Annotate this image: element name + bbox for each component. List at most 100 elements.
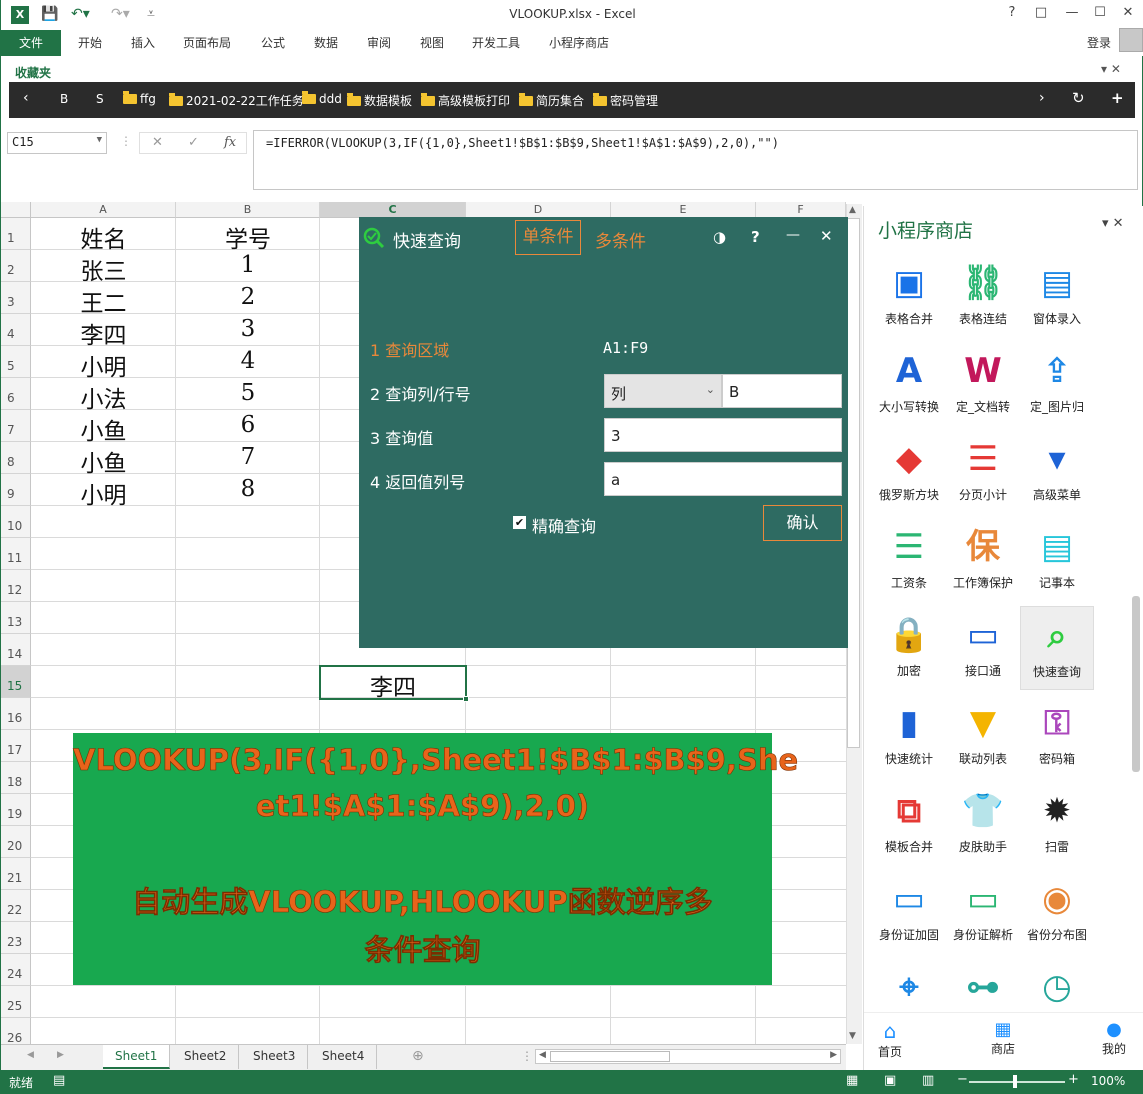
row-header[interactable]: 1 bbox=[1, 218, 31, 250]
col-header-d[interactable]: D bbox=[466, 202, 611, 218]
cell-a2[interactable]: 张三 bbox=[31, 252, 176, 286]
scroll-left-icon[interactable]: ◀ bbox=[539, 1050, 546, 1060]
tab-formulas[interactable]: 公式 bbox=[261, 34, 285, 51]
fav-folder-tasks[interactable]: 2021-02-22工作任务 bbox=[169, 92, 304, 109]
row-header[interactable]: 2 bbox=[1, 250, 31, 282]
select-all-corner[interactable] bbox=[1, 202, 31, 218]
close-icon[interactable]: ✕ bbox=[820, 227, 833, 245]
formula-input[interactable]: =IFERROR(VLOOKUP(3,IF({1,0},Sheet1!$B$1:… bbox=[253, 130, 1138, 190]
page-break-view-icon[interactable]: ▥ bbox=[922, 1073, 934, 1088]
row-header[interactable]: 16 bbox=[1, 698, 31, 730]
avatar[interactable] bbox=[1119, 28, 1143, 52]
scroll-right-icon[interactable]: ▶ bbox=[830, 1050, 837, 1060]
row-col-select[interactable]: 列 ⌄ bbox=[604, 374, 722, 408]
app-tile[interactable]: 🔒 加密 bbox=[872, 606, 946, 690]
login-link[interactable]: 登录 bbox=[1087, 34, 1111, 51]
app-tile[interactable]: 保工作簿保护 bbox=[946, 518, 1020, 602]
tab-single-condition[interactable]: 单条件 bbox=[515, 220, 581, 255]
tab-file[interactable]: 文件 bbox=[1, 30, 61, 56]
row-header[interactable]: 15 bbox=[1, 666, 31, 698]
theme-icon[interactable]: ◑ bbox=[713, 228, 726, 246]
app-tile[interactable]: ▼ 联动列表 bbox=[946, 694, 1020, 778]
ribbon-display-button[interactable]: □ bbox=[1030, 5, 1052, 20]
row-header[interactable]: 21 bbox=[1, 858, 31, 890]
row-header[interactable]: 7 bbox=[1, 410, 31, 442]
zoom-out-icon[interactable]: − bbox=[957, 1072, 968, 1087]
cancel-icon[interactable]: ✕ bbox=[152, 135, 163, 150]
app-tile[interactable]: ☰ 分页小计 bbox=[946, 430, 1020, 514]
row-header[interactable]: 17 bbox=[1, 730, 31, 762]
next-sheet-icon[interactable]: ▶ bbox=[57, 1050, 64, 1060]
horizontal-scroll-thumb[interactable] bbox=[550, 1051, 670, 1062]
query-column-input[interactable]: B bbox=[722, 374, 842, 408]
row-header[interactable]: 3 bbox=[1, 282, 31, 314]
prev-sheet-icon[interactable]: ◀ bbox=[27, 1050, 34, 1060]
app-tile[interactable]: ▣ 表格合并 bbox=[872, 254, 946, 338]
zoom-in-icon[interactable]: + bbox=[1068, 1072, 1079, 1087]
cell-b7[interactable]: 6 bbox=[176, 412, 320, 438]
app-tile[interactable]: ◆ 俄罗斯方块 bbox=[872, 430, 946, 514]
fav-folder-data-templates[interactable]: 数据模板 bbox=[347, 92, 412, 109]
insert-function-icon[interactable]: fx bbox=[224, 135, 236, 150]
col-header-b[interactable]: B bbox=[176, 202, 320, 218]
row-header[interactable]: 26 bbox=[1, 1018, 31, 1044]
back-icon[interactable]: ‹ bbox=[23, 90, 29, 106]
app-tile[interactable]: ▤ 窗体录入 bbox=[1020, 254, 1094, 338]
row-header[interactable]: 6 bbox=[1, 378, 31, 410]
row-header[interactable]: 5 bbox=[1, 346, 31, 378]
tab-mini-store[interactable]: 小程序商店 bbox=[549, 34, 609, 51]
horizontal-scrollbar[interactable]: ◀ ▶ bbox=[535, 1049, 841, 1064]
favorites-close-icon[interactable]: ▾ ✕ bbox=[1101, 62, 1121, 76]
tab-data[interactable]: 数据 bbox=[314, 34, 338, 51]
row-header[interactable]: 9 bbox=[1, 474, 31, 506]
cell-a4[interactable]: 李四 bbox=[31, 316, 176, 350]
cell-a9[interactable]: 小明 bbox=[31, 476, 176, 510]
app-tile[interactable]: ▾ 高级菜单 bbox=[1020, 430, 1094, 514]
app-tile[interactable]: ▭ 接口通 bbox=[946, 606, 1020, 690]
exact-match-checkbox[interactable]: ✔ bbox=[513, 516, 526, 529]
nav-store[interactable]: ▦ 商店 bbox=[991, 1019, 1015, 1057]
col-header-e[interactable]: E bbox=[611, 202, 756, 218]
cell-b4[interactable]: 3 bbox=[176, 316, 320, 342]
minimize-icon[interactable]: — bbox=[786, 227, 800, 243]
app-tile[interactable]: ☰ 工资条 bbox=[872, 518, 946, 602]
row-header[interactable]: 20 bbox=[1, 826, 31, 858]
scroll-down-icon[interactable]: ▼ bbox=[849, 1031, 856, 1041]
cell-c15[interactable]: 李四 bbox=[320, 668, 466, 702]
fav-b[interactable]: B bbox=[60, 92, 68, 106]
fav-folder-ffg[interactable]: ffg bbox=[123, 91, 156, 106]
sheet-tab-2[interactable]: Sheet2 bbox=[172, 1045, 240, 1069]
app-tile[interactable]: 👕 皮肤助手 bbox=[946, 782, 1020, 866]
panel-scrollbar[interactable] bbox=[1132, 596, 1140, 772]
return-column-input[interactable]: a bbox=[604, 462, 842, 496]
app-tile[interactable]: ⚿ 密码箱 bbox=[1020, 694, 1094, 778]
app-tile[interactable]: ⌕ 快速查询 bbox=[1020, 606, 1094, 690]
tab-review[interactable]: 审阅 bbox=[367, 34, 391, 51]
row-header[interactable]: 14 bbox=[1, 634, 31, 666]
vertical-scroll-thumb[interactable] bbox=[847, 218, 860, 748]
fav-folder-ddd[interactable]: ddd bbox=[302, 91, 342, 106]
nav-mine[interactable]: ● 我的 bbox=[1102, 1019, 1126, 1057]
cell-b9[interactable]: 8 bbox=[176, 476, 320, 502]
row-header[interactable]: 12 bbox=[1, 570, 31, 602]
scroll-up-icon[interactable]: ▲ bbox=[849, 205, 856, 215]
panel-close-icon[interactable]: ▾ ✕ bbox=[1102, 216, 1124, 231]
app-tile[interactable]: ◉ 省份分布图 bbox=[1020, 870, 1094, 954]
col-header-f[interactable]: F bbox=[756, 202, 846, 218]
confirm-button[interactable]: 确认 bbox=[763, 505, 842, 541]
col-header-a[interactable]: A bbox=[31, 202, 176, 218]
macro-record-icon[interactable]: ▤ bbox=[53, 1073, 65, 1088]
app-tile[interactable]: ▭ 身份证解析 bbox=[946, 870, 1020, 954]
add-icon[interactable]: + bbox=[1111, 89, 1124, 107]
normal-view-icon[interactable]: ▦ bbox=[846, 1073, 858, 1088]
app-tile[interactable]: ▮ 快速统计 bbox=[872, 694, 946, 778]
minimize-button[interactable]: — bbox=[1061, 5, 1083, 20]
tab-view[interactable]: 视图 bbox=[420, 34, 444, 51]
maximize-button[interactable]: ☐ bbox=[1089, 5, 1111, 20]
zoom-slider-thumb[interactable] bbox=[1013, 1075, 1017, 1088]
app-tile[interactable]: ▭ 身份证加固 bbox=[872, 870, 946, 954]
row-header[interactable]: 24 bbox=[1, 954, 31, 986]
cell-a6[interactable]: 小法 bbox=[31, 380, 176, 414]
cell-a3[interactable]: 王二 bbox=[31, 284, 176, 318]
fav-folder-print-templates[interactable]: 高级模板打印 bbox=[421, 92, 510, 109]
